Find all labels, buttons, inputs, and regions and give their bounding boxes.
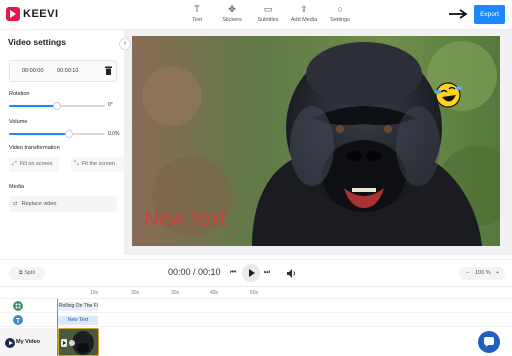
sticker-clip[interactable]: Rolling On The Flo	[58, 302, 98, 311]
zoom-in-button[interactable]: +	[496, 267, 499, 280]
time-display: 00:00 / 00:10	[168, 267, 221, 277]
transform-label: Video transformation	[9, 145, 60, 151]
split-label: Split	[24, 270, 36, 276]
zoom-out-button[interactable]: −	[466, 267, 469, 280]
keevi-logo-icon	[6, 7, 20, 21]
zoom-control[interactable]: − 100 % +	[459, 267, 505, 280]
skip-forward-icon[interactable]: ⏭	[262, 268, 272, 278]
media-label: Media	[9, 184, 24, 190]
chevron-left-icon: ‹	[123, 40, 127, 47]
video-settings-panel: Video settings 00:00:00 00:00:10 Rotatio…	[0, 30, 124, 255]
ruler-tick-label: 30s	[131, 290, 140, 296]
logo[interactable]: KEEVI	[6, 7, 59, 21]
volume-label: Volume	[9, 119, 28, 125]
timeline-ruler[interactable]: 10s 30s 30s 40s 50s	[0, 287, 512, 299]
volume-slider[interactable]	[9, 130, 105, 138]
chat-icon	[484, 337, 494, 347]
video-track-icon	[5, 338, 15, 348]
video-clip-thumbnail	[59, 329, 98, 355]
playhead[interactable]	[57, 299, 58, 356]
fill-icon: ⤢	[12, 161, 17, 167]
trash-icon[interactable]	[105, 66, 112, 75]
rotation-slider[interactable]	[9, 102, 105, 110]
volume-icon[interactable]	[287, 269, 296, 278]
end-time-input[interactable]: 00:00:10	[57, 68, 78, 74]
settings-icon: ○	[337, 4, 343, 14]
svg-text:T: T	[16, 318, 21, 325]
canvas-area: New Text	[124, 30, 512, 255]
laughing-emoji-sticker[interactable]	[432, 80, 464, 110]
rotation-value: 0°	[108, 102, 113, 108]
play-button[interactable]	[242, 264, 260, 282]
sticker-track-icon	[13, 301, 23, 311]
top-bar: KEEVI T Text ✥ Stickers ▭ Subtitles ⇪ Ad…	[0, 0, 512, 30]
panel-title: Video settings	[8, 37, 66, 47]
ruler-tick-label: 10s	[90, 290, 99, 296]
split-icon: ⧉	[18, 270, 23, 276]
rotation-slider-handle[interactable]	[53, 102, 61, 110]
replace-icon: ⇄	[13, 201, 18, 207]
skip-back-icon[interactable]: ⏮	[228, 268, 238, 278]
rotation-slider-fill	[9, 105, 57, 107]
fit-icon: ⤡	[74, 161, 79, 167]
fill-on-screen-button[interactable]: ⤢ Fill on screen	[9, 157, 59, 172]
ruler-tick-label: 50s	[250, 290, 259, 296]
fill-label: Fill on screen	[19, 161, 53, 167]
toolbar-settings-button[interactable]: ○ Settings	[316, 4, 364, 23]
volume-slider-fill	[9, 133, 70, 135]
video-clip[interactable]	[58, 328, 99, 356]
arrow-right-icon	[449, 9, 468, 19]
replace-label: Replace video	[21, 201, 57, 207]
logo-text: KEEVI	[23, 8, 59, 20]
volume-slider-handle[interactable]	[65, 130, 74, 138]
video-track-label: My Video	[16, 339, 41, 345]
rotation-label: Rotation	[9, 91, 30, 97]
replace-video-button[interactable]: ⇄ Replace video	[9, 196, 117, 212]
video-preview[interactable]: New Text	[132, 36, 500, 246]
text-clip[interactable]: New Text	[58, 316, 98, 325]
fit-label: Fit the screen	[81, 161, 116, 167]
video-track-header: My Video	[0, 328, 56, 356]
zoom-value: 100 %	[475, 270, 491, 276]
timeline[interactable]: 10s 30s 30s 40s 50s Rolling On The Flo T…	[0, 286, 512, 356]
split-button[interactable]: ⧉ Split	[9, 267, 45, 280]
volume-value: 0.0%	[108, 131, 120, 137]
toolbar-settings-label: Settings	[330, 17, 350, 23]
playback-bar: ⧉ Split 00:00 / 00:10 ⏮ ⏭ − 100 % +	[0, 259, 512, 285]
text-track-icon: T	[13, 315, 23, 325]
text-overlay[interactable]: New Text	[144, 208, 226, 231]
collapse-panel-button[interactable]: ‹	[119, 38, 131, 50]
ruler-tick-label: 40s	[210, 290, 219, 296]
chat-support-button[interactable]	[478, 331, 500, 353]
trim-range[interactable]: 00:00:00 00:00:10	[9, 60, 117, 82]
video-editor: KEEVI T Text ✥ Stickers ▭ Subtitles ⇪ Ad…	[0, 0, 512, 356]
fit-the-screen-button[interactable]: ⤡ Fit the screen	[71, 157, 124, 172]
ruler-tick-label: 30s	[171, 290, 180, 296]
export-button[interactable]: Export	[474, 5, 505, 24]
start-time-input[interactable]: 00:00:00	[22, 68, 43, 74]
